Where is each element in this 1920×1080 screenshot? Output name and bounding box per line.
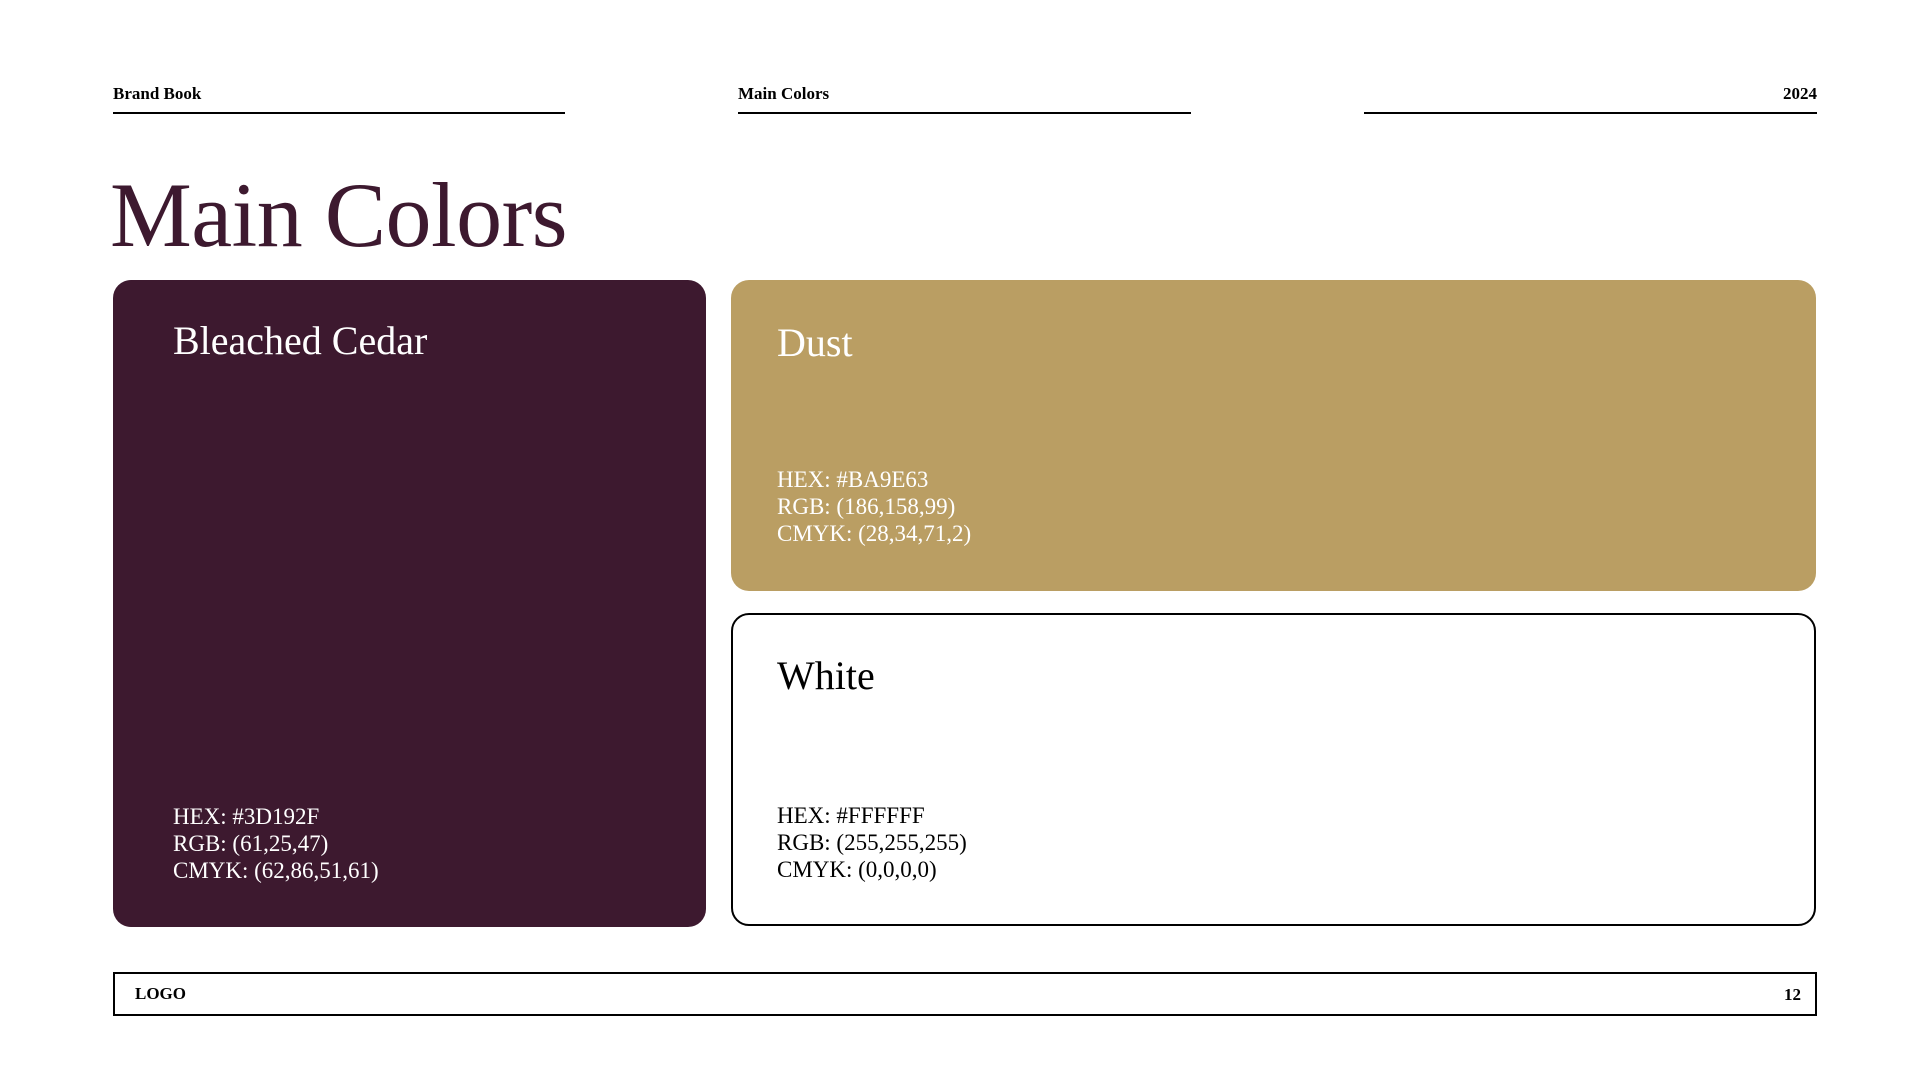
color-name: Dust — [777, 320, 853, 365]
cmyk-value: CMYK: (28,34,71,2) — [777, 521, 972, 546]
color-specs: HEX: #FFFFFF RGB: (255,255,255) CMYK: (0… — [777, 802, 967, 883]
color-name: White — [777, 653, 875, 698]
cmyk-value: CMYK: (0,0,0,0) — [777, 857, 937, 882]
hex-value: HEX: #FFFFFF — [777, 803, 925, 828]
color-card-white: White HEX: #FFFFFF RGB: (255,255,255) CM… — [731, 613, 1816, 926]
header-brand-book: Brand Book — [113, 84, 565, 114]
header-section: Main Colors — [738, 84, 1191, 114]
rgb-value: RGB: (61,25,47) — [173, 831, 329, 856]
color-card-bleached-cedar: Bleached Cedar HEX: #3D192F RGB: (61,25,… — [113, 280, 706, 927]
page-number: 12 — [1784, 985, 1801, 1004]
color-specs: HEX: #3D192F RGB: (61,25,47) CMYK: (62,8… — [173, 803, 379, 884]
cmyk-value: CMYK: (62,86,51,61) — [173, 858, 379, 883]
rgb-value: RGB: (255,255,255) — [777, 830, 967, 855]
hex-value: HEX: #3D192F — [173, 804, 320, 829]
logo-placeholder: LOGO — [135, 984, 187, 1003]
color-card-dust: Dust HEX: #BA9E63 RGB: (186,158,99) CMYK… — [731, 280, 1816, 591]
hex-value: HEX: #BA9E63 — [777, 467, 929, 492]
header-year: 2024 — [1364, 84, 1817, 114]
color-specs: HEX: #BA9E63 RGB: (186,158,99) CMYK: (28… — [777, 466, 971, 547]
color-name: Bleached Cedar — [173, 318, 428, 363]
footer-bar: LOGO 12 — [113, 972, 1817, 1016]
page-title: Main Colors — [110, 164, 568, 266]
rgb-value: RGB: (186,158,99) — [777, 494, 956, 519]
